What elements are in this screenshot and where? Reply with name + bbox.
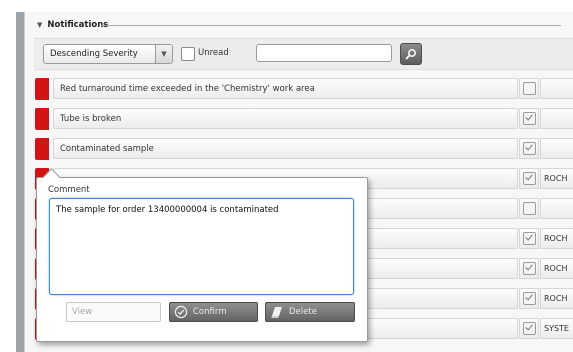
acknowledge-cell[interactable] [519, 198, 539, 219]
acknowledge-checkbox[interactable] [522, 172, 536, 185]
acknowledge-checkbox[interactable] [522, 82, 536, 95]
triangle-down-icon[interactable]: ▼ [37, 21, 42, 29]
notification-row[interactable]: Red turnaround time exceeded in the 'Che… [35, 78, 573, 100]
acknowledge-checkbox[interactable] [522, 112, 536, 125]
source-cell [540, 138, 573, 159]
acknowledge-cell[interactable] [519, 318, 539, 339]
notifications-app: ▼ Notifications Descending Severity ▼ Un… [0, 0, 573, 352]
notification-row[interactable]: Tube is broken [35, 108, 573, 130]
search-button[interactable] [400, 43, 422, 65]
panel-header[interactable]: ▼ Notifications [37, 18, 108, 32]
source-cell [540, 198, 573, 219]
view-button[interactable]: View [66, 302, 161, 322]
notification-text[interactable]: Red turnaround time exceeded in the 'Che… [53, 78, 518, 99]
header-divider [101, 25, 561, 26]
acknowledge-checkbox[interactable] [522, 322, 536, 335]
delete-button[interactable]: Delete [265, 302, 355, 322]
sort-select[interactable]: Descending Severity ▼ [43, 44, 173, 64]
acknowledge-cell[interactable] [519, 258, 539, 279]
confirm-button[interactable]: Confirm [169, 302, 258, 322]
eraser-icon [270, 305, 284, 319]
acknowledge-cell[interactable] [519, 78, 539, 99]
notification-row[interactable]: Contaminated sample [35, 138, 573, 160]
comment-popup: Comment The sample for order 13400000004… [36, 168, 368, 342]
source-cell: ROCH [540, 168, 573, 189]
source-cell: ROCH [540, 228, 573, 249]
unread-checkbox[interactable] [181, 47, 195, 61]
acknowledge-cell[interactable] [519, 288, 539, 309]
severity-flag [35, 138, 49, 160]
acknowledge-checkbox[interactable] [522, 262, 536, 275]
source-cell [540, 78, 573, 99]
source-cell: SYSTE [540, 318, 573, 339]
source-cell: ROCH [540, 258, 573, 279]
acknowledge-cell[interactable] [519, 228, 539, 249]
acknowledge-checkbox[interactable] [522, 232, 536, 245]
source-cell [540, 108, 573, 129]
comment-textarea[interactable]: The sample for order 13400000004 is cont… [49, 198, 354, 295]
comment-label: Comment [48, 185, 90, 195]
acknowledge-checkbox[interactable] [522, 292, 536, 305]
acknowledge-checkbox[interactable] [522, 142, 536, 155]
source-cell: ROCH [540, 288, 573, 309]
delete-label: Delete [289, 307, 317, 317]
magnifier-icon [405, 49, 416, 60]
panel-title: Notifications [47, 20, 109, 30]
severity-flag [35, 108, 49, 130]
severity-flag [35, 78, 49, 100]
filter-toolbar: Descending Severity ▼ Unread [34, 38, 573, 70]
acknowledge-cell[interactable] [519, 138, 539, 159]
unread-label: Unread [198, 48, 229, 58]
sort-select-value: Descending Severity [50, 49, 138, 59]
notification-text[interactable]: Tube is broken [53, 108, 518, 129]
acknowledge-cell[interactable] [519, 108, 539, 129]
confirm-label: Confirm [193, 307, 227, 317]
acknowledge-cell[interactable] [519, 168, 539, 189]
notification-text[interactable]: Contaminated sample [53, 138, 518, 159]
check-circle-icon [174, 305, 188, 319]
search-input[interactable] [256, 44, 392, 62]
acknowledge-checkbox[interactable] [522, 202, 536, 215]
chevron-down-icon[interactable]: ▼ [155, 45, 172, 63]
